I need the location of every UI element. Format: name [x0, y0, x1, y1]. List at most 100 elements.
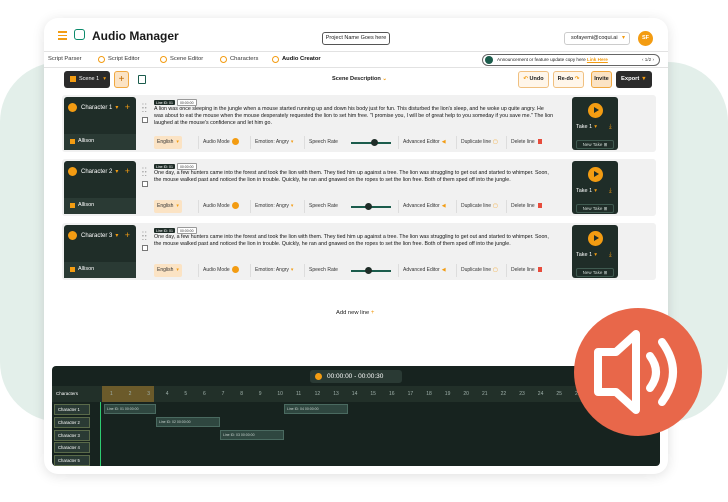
character-selector[interactable]: Character 2 ▾ +: [68, 165, 134, 178]
add-character-icon[interactable]: +: [125, 230, 130, 240]
timeline-clip[interactable]: Line ID: 01 00:00:00: [104, 404, 156, 414]
slider-knob[interactable]: [371, 139, 379, 146]
play-button[interactable]: [588, 231, 603, 246]
menu-icon[interactable]: [58, 31, 67, 42]
language-dropdown[interactable]: English ▾: [154, 136, 182, 149]
language-label: English: [157, 267, 174, 273]
project-name-field[interactable]: Project Name Goes here: [322, 32, 390, 45]
crumb-characters[interactable]: Characters: [230, 56, 258, 62]
chevron-down-icon: ▾: [594, 188, 597, 194]
play-icon[interactable]: [315, 373, 322, 380]
line-text[interactable]: One day, a few hunters came into the for…: [154, 234, 554, 248]
speaker-icon: [70, 203, 75, 208]
user-dropdown[interactable]: sofayemi@coqui.ai ▾: [564, 32, 630, 45]
announcement-pager[interactable]: ‹ 1/2 ›: [642, 55, 654, 65]
language-dropdown[interactable]: English ▾: [154, 200, 182, 213]
delete-label: Delete line: [511, 139, 535, 145]
track-label[interactable]: Character 3: [54, 429, 90, 441]
chevron-down-icon: ▾: [290, 203, 294, 209]
audio-mode-control[interactable]: Audio Mode: [198, 264, 239, 277]
crumb-script-editor[interactable]: Script Editor: [108, 56, 140, 62]
export-button[interactable]: Export ▾: [616, 71, 652, 88]
toggle-icon[interactable]: [485, 56, 493, 64]
advanced-editor-button[interactable]: Advanced Editor ◀: [398, 200, 446, 213]
add-new-line-button[interactable]: Add new line +: [336, 310, 374, 316]
duplicate-line-button[interactable]: Duplicate line ▢: [456, 264, 498, 277]
track-label[interactable]: Character 1: [54, 404, 90, 415]
speech-rate-slider[interactable]: [351, 267, 391, 274]
redo-button[interactable]: Re-do ↷: [553, 71, 584, 88]
delete-line-button[interactable]: Delete line: [506, 136, 542, 149]
announcement-link[interactable]: Link Here: [587, 57, 608, 62]
track-label[interactable]: Character 4: [54, 442, 90, 454]
new-take-button[interactable]: New Take ⊞: [576, 204, 614, 213]
drag-handle-icon[interactable]: ⁚⁚ ⁚⁚: [142, 168, 149, 178]
track-label[interactable]: Character 5: [54, 455, 90, 466]
download-icon[interactable]: ⤓: [609, 124, 612, 131]
redo-icon: ↷: [574, 76, 580, 82]
drag-handle-icon[interactable]: ⁚⁚ ⁚⁚: [142, 104, 149, 114]
drag-handle-icon[interactable]: ⁚⁚ ⁚⁚: [142, 232, 149, 242]
download-icon[interactable]: ⤓: [609, 188, 612, 195]
language-dropdown[interactable]: English ▾: [154, 264, 182, 277]
advanced-editor-button[interactable]: Advanced Editor ◀: [398, 136, 446, 149]
take-dropdown[interactable]: Take 1 ▾: [576, 252, 597, 258]
add-character-icon[interactable]: +: [125, 166, 130, 176]
timeline-clip[interactable]: Line ID: 03 00:00:00: [220, 429, 284, 440]
take-dropdown[interactable]: Take 1 ▾: [576, 124, 597, 130]
playhead[interactable]: [100, 402, 101, 466]
line-text[interactable]: One day, a few hunters came into the for…: [154, 170, 554, 184]
redo-label: Re-do: [557, 76, 574, 82]
crumb-audio-creator[interactable]: Audio Creator: [282, 56, 321, 62]
emotion-dropdown[interactable]: Emotion: Angry ▾: [250, 200, 293, 213]
voice-selector[interactable]: Allison: [64, 198, 136, 214]
avatar[interactable]: SF: [638, 31, 653, 46]
take-dropdown[interactable]: Take 1 ▾: [576, 188, 597, 194]
step-icon: [220, 56, 227, 63]
emotion-label: Emotion: Angry: [255, 267, 289, 273]
ruler-tick: 20: [463, 391, 469, 397]
slider-knob[interactable]: [364, 203, 372, 210]
line-checkbox[interactable]: [142, 181, 148, 187]
take-label: Take 1: [576, 188, 593, 194]
emotion-dropdown[interactable]: Emotion: Angry ▾: [250, 264, 293, 277]
duplicate-line-button[interactable]: Duplicate line ▢: [456, 200, 498, 213]
add-scene-button[interactable]: +: [114, 71, 129, 88]
advanced-editor-button[interactable]: Advanced Editor ◀: [398, 264, 446, 277]
scene-description-toggle[interactable]: Scene Description ⌄: [332, 76, 387, 82]
track-label[interactable]: Character 2: [54, 416, 90, 428]
emotion-dropdown[interactable]: Emotion: Angry ▾: [250, 136, 293, 149]
speech-rate-slider[interactable]: [351, 203, 391, 210]
play-button[interactable]: [588, 167, 603, 182]
delete-line-button[interactable]: Delete line: [506, 264, 542, 277]
new-take-button[interactable]: New Take ⊞: [576, 140, 614, 149]
duplicate-line-button[interactable]: Duplicate line ▢: [456, 136, 498, 149]
invite-button[interactable]: Invite: [591, 71, 612, 88]
line-checkbox[interactable]: [142, 245, 148, 251]
slider-knob[interactable]: [364, 267, 372, 274]
voice-selector[interactable]: Allison: [64, 262, 136, 278]
take-panel: Take 1 ▾ ⤓ New Take ⊞: [572, 161, 618, 214]
audio-mode-control[interactable]: Audio Mode: [198, 200, 239, 213]
timeline-clip[interactable]: Line ID: 02 00:00:00: [156, 416, 220, 427]
ruler-tick: 13: [333, 391, 339, 397]
new-take-button[interactable]: New Take ⊞: [576, 268, 614, 277]
delete-line-button[interactable]: Delete line: [506, 200, 542, 213]
scene-dropdown[interactable]: Scene 1 ▾: [64, 71, 110, 88]
voice-selector[interactable]: Allison: [64, 134, 136, 150]
audio-mode-control[interactable]: Audio Mode: [198, 136, 239, 149]
character-selector[interactable]: Character 1 ▾ +: [68, 101, 134, 114]
download-icon[interactable]: ⤓: [609, 252, 612, 259]
add-character-icon[interactable]: +: [125, 102, 130, 112]
book-icon[interactable]: [138, 75, 146, 84]
play-button[interactable]: [588, 103, 603, 118]
crumb-script-parser[interactable]: Script Parser: [48, 56, 82, 62]
line-checkbox[interactable]: [142, 117, 148, 123]
undo-button[interactable]: ↶ Undo: [518, 71, 549, 88]
speech-rate-slider[interactable]: [351, 139, 391, 146]
line-text[interactable]: A lion was once sleeping in the jungle w…: [154, 106, 554, 127]
timeline-clip[interactable]: Line ID: 04 00:00:00: [284, 404, 348, 414]
speaker-icon: [70, 267, 75, 272]
character-selector[interactable]: Character 3 ▾ +: [68, 229, 134, 242]
crumb-scene-editor[interactable]: Scene Editor: [170, 56, 203, 62]
